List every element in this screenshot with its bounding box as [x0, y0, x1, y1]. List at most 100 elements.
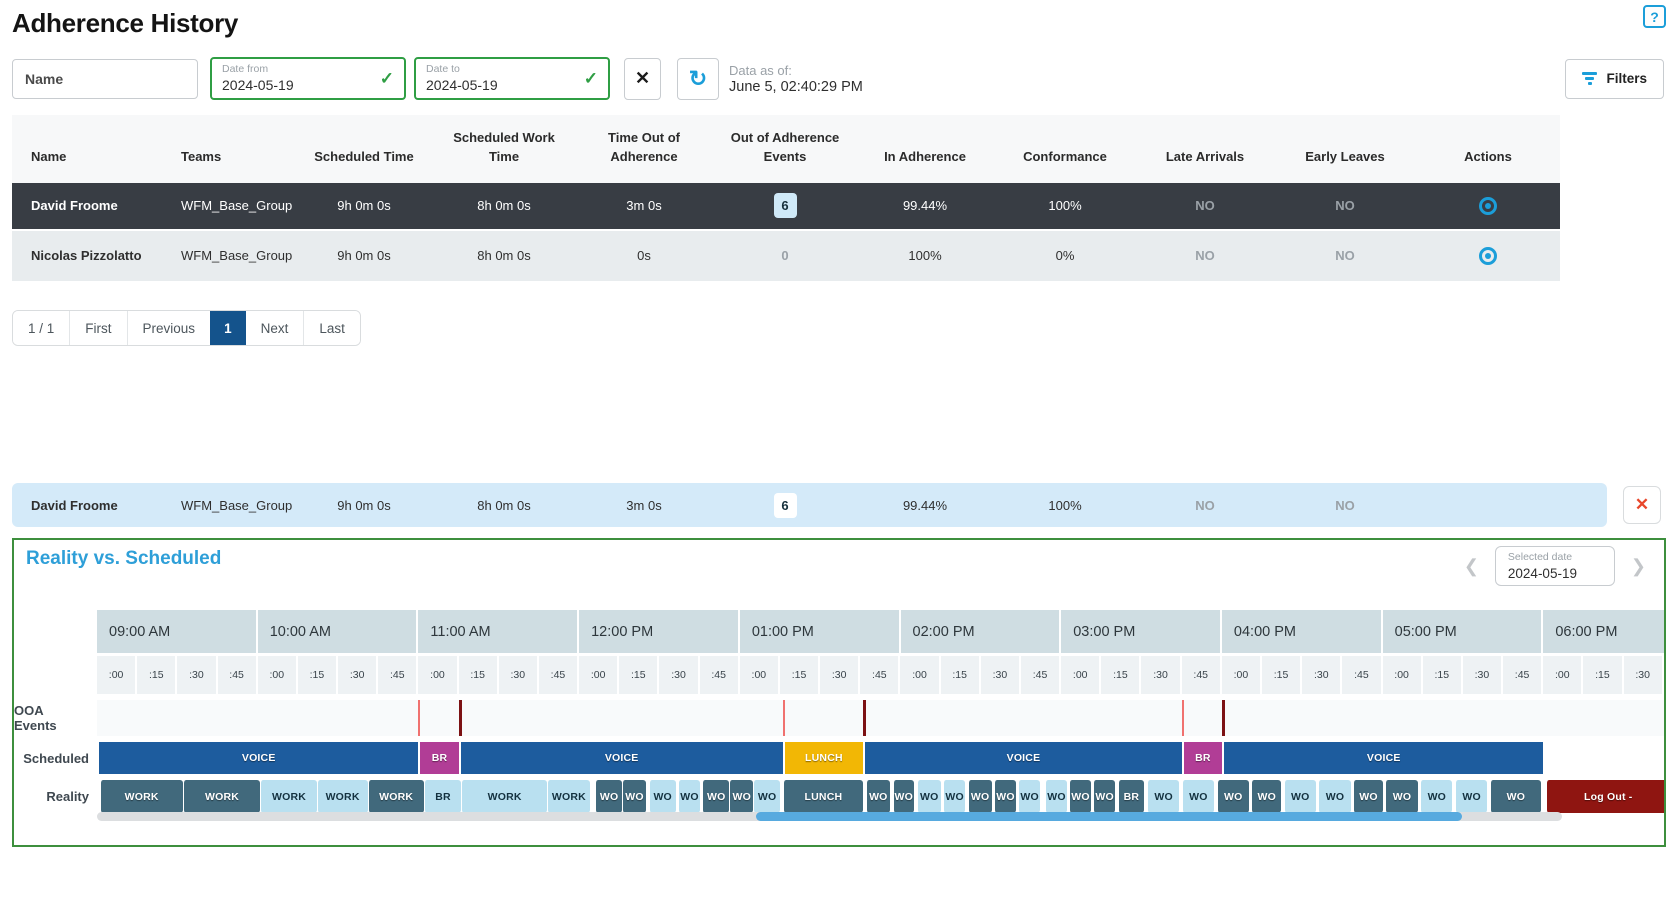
cell-late-arrivals: NO [1136, 248, 1274, 263]
filters-button-label: Filters [1606, 71, 1647, 86]
hour-cell: 03:00 PM [1061, 610, 1222, 653]
selected-date-field[interactable]: Selected date 2024-05-19 [1495, 546, 1615, 586]
cell-teams: WFM_Base_Group [162, 248, 294, 263]
name-filter-input[interactable] [12, 59, 198, 99]
cell-early-leaves: NO [1274, 198, 1416, 213]
tick-cell: :15 [137, 656, 177, 694]
view-details-button[interactable] [1473, 241, 1503, 271]
cell-name: David Froome [12, 198, 162, 213]
detail-scheduled-work-time: 8h 0m 0s [434, 498, 574, 513]
column-header-conformance: Conformance [994, 129, 1136, 167]
date-to-label: Date to [426, 63, 460, 75]
view-details-button[interactable] [1473, 191, 1503, 221]
reality-block: WO [1045, 780, 1066, 813]
hour-cell: 06:00 PM [1543, 610, 1664, 653]
ooa-event-line [418, 700, 420, 736]
pagination-current-page[interactable]: 1 [210, 311, 246, 345]
reality-block: WORK [368, 780, 424, 813]
close-detail-button[interactable]: ✕ [1623, 486, 1661, 524]
refresh-icon: ↻ [689, 66, 707, 92]
date-from-field[interactable]: Date from 2024-05-19 ✓ [210, 57, 406, 100]
cell-conformance: 100% [994, 198, 1136, 213]
reality-block: WO [595, 780, 622, 813]
data-as-of-value: June 5, 02:40:29 PM [729, 79, 863, 95]
ooa-event-line [783, 700, 785, 736]
ooa-event-line [863, 700, 866, 736]
reality-block: WO [753, 780, 780, 813]
hour-cell: 04:00 PM [1222, 610, 1383, 653]
tick-cell: :45 [539, 656, 579, 694]
hour-cell: 10:00 AM [258, 610, 419, 653]
tick-cell: :15 [941, 656, 981, 694]
reality-block: WO [1490, 780, 1541, 813]
reality-block: WO [1251, 780, 1280, 813]
reality-row-label: Reality [14, 780, 97, 813]
scheduled-row-label: Scheduled [14, 742, 97, 774]
date-to-valid-check-icon: ✓ [584, 69, 598, 89]
selected-agent-detail: David Froome WFM_Base_Group 9h 0m 0s 8h … [12, 483, 1661, 527]
help-icon[interactable]: ? [1643, 5, 1666, 28]
column-header-late-arrivals: Late Arrivals [1136, 129, 1274, 167]
tick-cell: :30 [981, 656, 1021, 694]
hour-cell: 12:00 PM [579, 610, 740, 653]
column-header-scheduled-work-time: Scheduled Work Time [434, 129, 574, 167]
detail-ooa-events-badge: 6 [774, 493, 797, 518]
detail-time-out-of-adherence: 3m 0s [574, 498, 714, 513]
reality-block: WO [893, 780, 914, 813]
table-row-selected[interactable]: David Froome WFM_Base_Group 9h 0m 0s 8h … [12, 183, 1560, 231]
reality-block: WO [729, 780, 753, 813]
timeline-scrollbar[interactable] [97, 812, 1562, 821]
reality-block: WORK [547, 780, 590, 813]
tick-cell: :30 [659, 656, 699, 694]
hour-cell: 05:00 PM [1383, 610, 1544, 653]
timeline-section: 09:00 AM10:00 AM11:00 AM12:00 PM01:00 PM… [14, 610, 1664, 819]
date-to-field[interactable]: Date to 2024-05-19 ✓ [414, 57, 610, 100]
reality-track: WORKWORKWORKWORKWORKBRWORKWORKWOWOWOWOWO… [97, 780, 1664, 813]
timeline-hours-row: 09:00 AM10:00 AM11:00 AM12:00 PM01:00 PM… [14, 610, 1664, 653]
date-from-value: 2024-05-19 [222, 77, 294, 93]
date-to-value: 2024-05-19 [426, 77, 498, 93]
reality-block: WO [866, 780, 890, 813]
reality-block: WORK [183, 780, 261, 813]
pagination-last-button[interactable]: Last [304, 311, 360, 345]
cell-scheduled-work-time: 8h 0m 0s [434, 198, 574, 213]
timeline-ticks: :00:15:30:45:00:15:30:45:00:15:30:45:00:… [97, 656, 1664, 694]
reality-block: WO [1385, 780, 1417, 813]
filters-button[interactable]: Filters [1565, 59, 1664, 99]
schedule-block: BR [1182, 742, 1222, 774]
timeline-scrollbar-thumb[interactable] [756, 812, 1462, 821]
ooa-event-line [1182, 700, 1184, 736]
column-header-in-adherence: In Adherence [856, 129, 994, 167]
cell-early-leaves: NO [1274, 248, 1416, 263]
cell-time-out-of-adherence: 3m 0s [574, 198, 714, 213]
eye-icon [1479, 247, 1497, 265]
reality-block: WO [1284, 780, 1316, 813]
table-row[interactable]: Nicolas Pizzolatto WFM_Base_Group 9h 0m … [12, 231, 1560, 283]
data-as-of-label: Data as of: [729, 63, 863, 78]
column-header-out-of-adherence-events: Out of Adherence Events [714, 129, 856, 167]
column-header-teams: Teams [162, 129, 294, 167]
reality-block: WO [1069, 780, 1090, 813]
cell-scheduled-time: 9h 0m 0s [294, 198, 434, 213]
timeline-hours: 09:00 AM10:00 AM11:00 AM12:00 PM01:00 PM… [97, 610, 1664, 653]
tick-cell: :15 [1262, 656, 1302, 694]
reality-block: WO [1093, 780, 1114, 813]
chevron-right-icon[interactable]: ❯ [1625, 552, 1652, 581]
selected-agent-row: David Froome WFM_Base_Group 9h 0m 0s 8h … [12, 483, 1607, 527]
reality-block: WO [1147, 780, 1179, 813]
reality-block: WO [702, 780, 729, 813]
detail-teams: WFM_Base_Group [162, 498, 294, 513]
tick-cell: :00 [258, 656, 298, 694]
pagination-previous-button[interactable]: Previous [128, 311, 211, 345]
reality-block: WO [1018, 780, 1039, 813]
chevron-left-icon[interactable]: ❮ [1458, 552, 1485, 581]
adherence-history-page: Adherence History ? Date from 2024-05-19… [0, 0, 1676, 905]
pagination-first-button[interactable]: First [70, 311, 127, 345]
refresh-button[interactable]: ↻ [677, 58, 719, 100]
tick-cell: :00 [1222, 656, 1262, 694]
tick-cell: :45 [1021, 656, 1061, 694]
clear-dates-button[interactable]: ✕ [624, 58, 661, 100]
tick-cell: :45 [700, 656, 740, 694]
tick-cell: :15 [1101, 656, 1141, 694]
pagination-next-button[interactable]: Next [246, 311, 305, 345]
